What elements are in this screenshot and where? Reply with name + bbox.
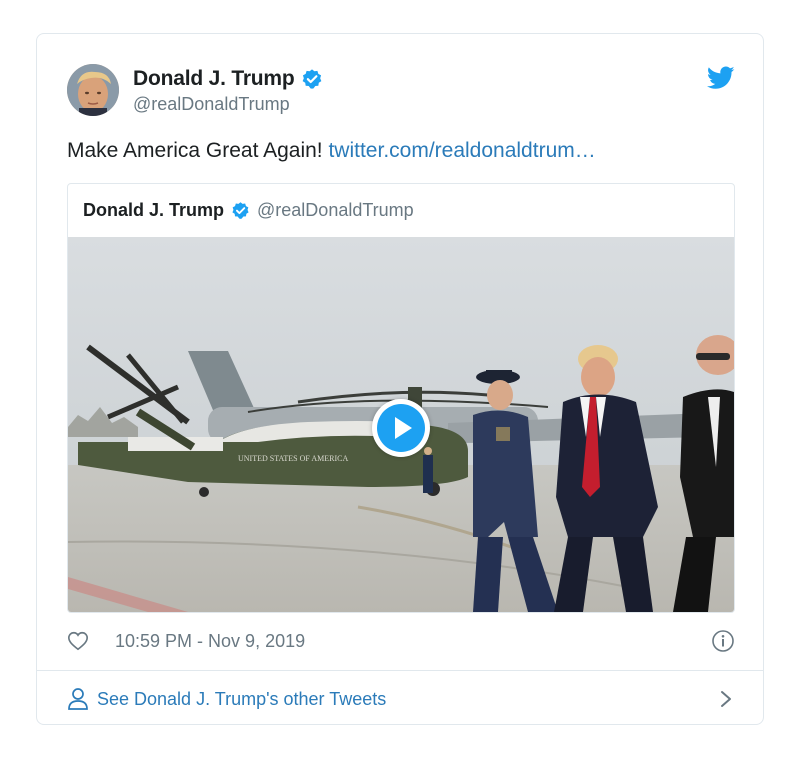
embedded-tweet-card: Donald J. Trump @realDonaldTrump Make Am… [36,33,764,725]
heart-icon[interactable] [67,630,89,652]
verified-badge-icon [301,68,323,90]
see-other-tweets-link[interactable]: See Donald J. Trump's other Tweets [67,684,735,714]
person-icon [67,687,89,711]
author-name[interactable]: Donald J. Trump [133,67,295,91]
author-block: Donald J. Trump @realDonaldTrump [133,66,323,115]
footer-divider [37,670,763,671]
info-icon[interactable] [711,629,735,653]
tweet-header: Donald J. Trump @realDonaldTrump [67,64,735,116]
tweet-text: Make America Great Again! twitter.com/re… [67,139,596,163]
play-button[interactable] [372,399,430,457]
tweet-link[interactable]: twitter.com/realdonaldtrum… [328,139,595,162]
helicopter-markings: UNITED STATES OF AMERICA [238,454,348,463]
verified-badge-icon [231,201,250,220]
avatar[interactable] [67,64,119,116]
tweet-body-text: Make America Great Again! [67,139,329,162]
tweet-footer: 10:59 PM - Nov 9, 2019 [67,626,735,656]
quoted-tweet[interactable]: Donald J. Trump @realDonaldTrump UNITED … [67,183,735,613]
quoted-author-name: Donald J. Trump [83,200,225,220]
quoted-author-handle: @realDonaldTrump [257,200,414,220]
play-icon [377,404,425,452]
twitter-bird-icon[interactable] [706,66,735,90]
tweet-timestamp[interactable]: 10:59 PM - Nov 9, 2019 [115,631,305,652]
video-thumbnail[interactable]: UNITED STATES OF AMERICA [68,237,734,612]
see-other-tweets-label: See Donald J. Trump's other Tweets [97,688,387,709]
chevron-right-icon [719,689,733,709]
author-handle[interactable]: @realDonaldTrump [133,94,323,115]
quoted-tweet-header: Donald J. Trump @realDonaldTrump [68,184,734,237]
